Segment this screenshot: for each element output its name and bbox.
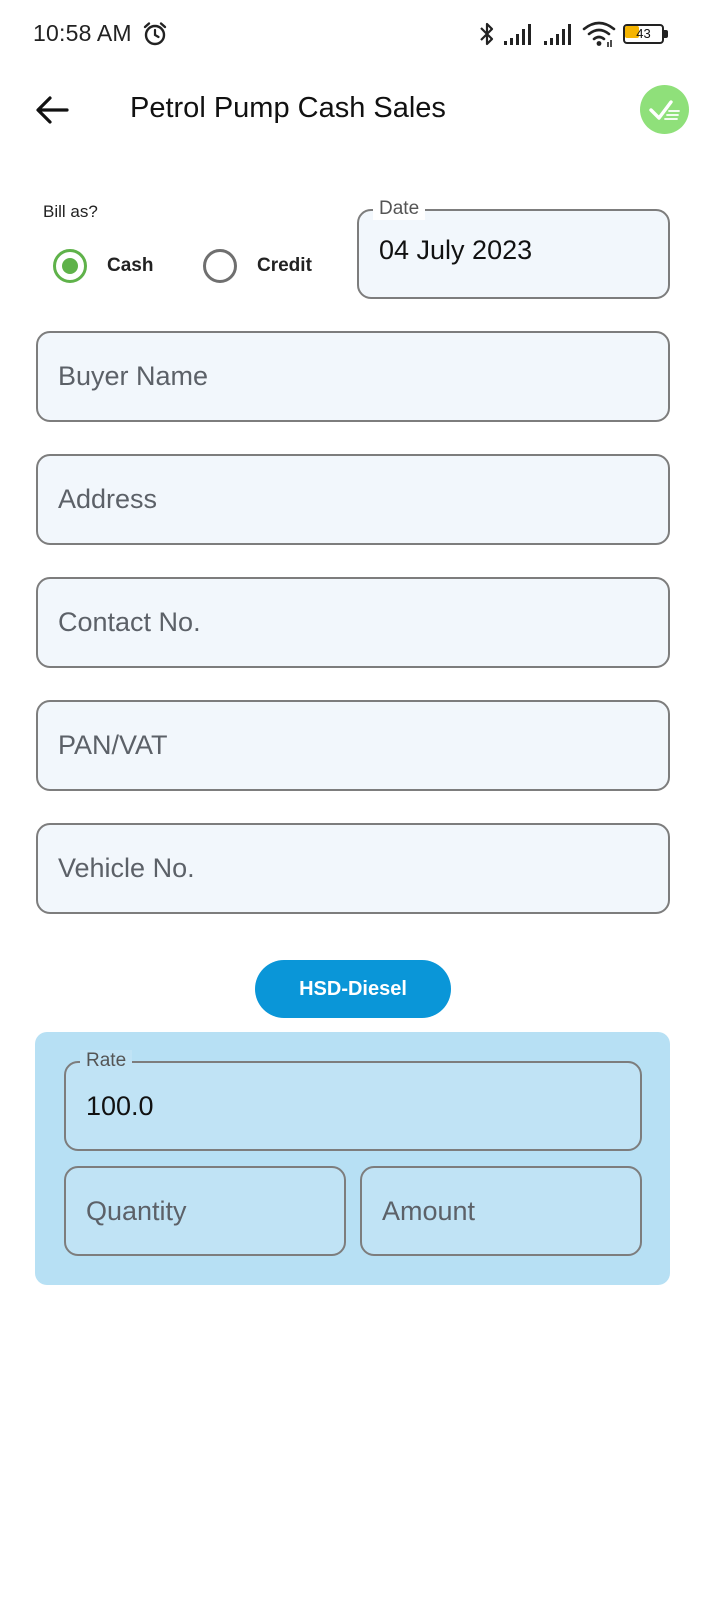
status-bar: 10:58 AM 43: [0, 0, 720, 70]
status-time: 10:58 AM: [33, 20, 132, 46]
radio-cash-indicator[interactable]: [53, 249, 87, 283]
amount-placeholder: Amount: [382, 1195, 476, 1226]
product-chip-hsd-diesel[interactable]: HSD-Diesel: [255, 960, 451, 1018]
pan-vat-field[interactable]: PAN/VAT: [36, 700, 670, 791]
buyer-name-placeholder: Buyer Name: [58, 361, 209, 391]
page-title: Petrol Pump Cash Sales: [130, 92, 446, 124]
back-button[interactable]: [30, 88, 74, 132]
address-field[interactable]: Address: [36, 454, 670, 545]
date-field[interactable]: Date 04 July 2023: [357, 198, 670, 299]
radio-credit[interactable]: Credit: [203, 248, 312, 284]
buyer-name-field[interactable]: Buyer Name: [36, 331, 670, 422]
vehicle-no-field[interactable]: Vehicle No.: [36, 823, 670, 914]
contact-no-field[interactable]: Contact No.: [36, 577, 670, 668]
radio-cash-label: Cash: [107, 255, 154, 276]
signal-icon: [544, 24, 571, 45]
rate-value: 100.0: [86, 1090, 154, 1121]
bluetooth-icon: [480, 22, 494, 46]
vehicle-no-placeholder: Vehicle No.: [58, 853, 195, 883]
signal-icon: [504, 24, 531, 45]
radio-credit-indicator[interactable]: [203, 249, 237, 283]
wifi-icon: [582, 21, 616, 47]
battery-icon: 43: [623, 24, 669, 44]
bill-as-label: Bill as?: [43, 202, 98, 221]
arrow-left-icon: [36, 96, 69, 124]
battery-level: 43: [636, 26, 651, 41]
alarm-icon: [143, 22, 167, 46]
radio-cash[interactable]: Cash: [53, 248, 153, 284]
amount-field[interactable]: Amount: [360, 1166, 642, 1256]
radio-credit-label: Credit: [257, 255, 312, 276]
date-value: 04 July 2023: [379, 234, 533, 265]
save-button[interactable]: [640, 85, 689, 134]
check-done-icon: [648, 99, 680, 120]
rate-field[interactable]: Rate 100.0: [64, 1050, 642, 1151]
contact-no-placeholder: Contact No.: [58, 607, 201, 637]
product-panel: Rate 100.0 Quantity Amount: [35, 1032, 670, 1285]
pan-vat-placeholder: PAN/VAT: [58, 730, 168, 760]
address-placeholder: Address: [58, 484, 158, 514]
quantity-field[interactable]: Quantity: [64, 1166, 346, 1256]
quantity-placeholder: Quantity: [86, 1195, 187, 1226]
